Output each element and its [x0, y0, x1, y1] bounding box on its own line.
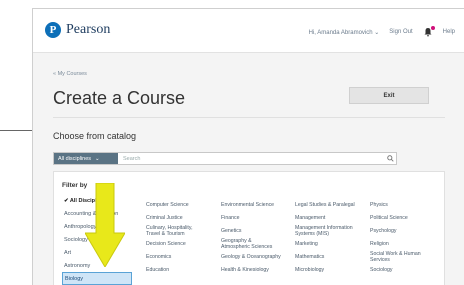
callout-line [0, 130, 32, 131]
discipline-item[interactable]: Culinary, Hospitality, Travel & Tourism [146, 224, 206, 237]
browser-viewport: P Pearson Hi, Amanda Abramovich ⌄ Sign O… [32, 8, 464, 285]
discipline-item[interactable]: Finance [221, 211, 281, 224]
user-nav: Hi, Amanda Abramovich ⌄ Sign Out Help [309, 26, 455, 37]
notification-badge [430, 26, 435, 30]
discipline-item[interactable]: Education [146, 263, 206, 276]
highlight-arrow-icon [85, 183, 125, 267]
discipline-item[interactable]: Environmental Science [221, 198, 281, 211]
catalog-search-bar: All disciplines ⌄ [53, 152, 397, 165]
page-title: Create a Course [53, 88, 186, 108]
help-link[interactable]: Help [443, 29, 455, 35]
divider [53, 117, 445, 118]
discipline-select-value: All disciplines [58, 155, 92, 162]
search-icon[interactable] [384, 153, 396, 164]
filter-title: Filter by [62, 182, 88, 189]
discipline-item[interactable]: Political Science [370, 211, 430, 224]
chevron-down-icon: ⌄ [95, 155, 100, 162]
search-input[interactable] [118, 153, 384, 164]
discipline-item[interactable]: Microbiology [295, 263, 355, 276]
discipline-select[interactable]: All disciplines ⌄ [54, 153, 118, 164]
discipline-item[interactable]: Mathematics [295, 250, 355, 263]
discipline-item[interactable]: Computer Science [146, 198, 206, 211]
discipline-item[interactable]: Health & Kinesiology [221, 263, 281, 276]
filter-item-biology[interactable]: Biology [62, 272, 132, 285]
discipline-item[interactable]: Social Work & Human Services [370, 250, 430, 263]
sign-out-link[interactable]: Sign Out [389, 29, 412, 35]
discipline-item[interactable]: Legal Studies & Paralegal [295, 198, 355, 211]
discipline-item[interactable]: Economics [146, 250, 206, 263]
pearson-logo[interactable]: P Pearson [45, 22, 110, 38]
discipline-item[interactable]: Sociology [370, 263, 430, 276]
discipline-item[interactable]: Genetics [221, 224, 281, 237]
catalog-heading: Choose from catalog [53, 131, 137, 141]
discipline-item[interactable]: Management Information Systems (MIS) [295, 224, 355, 237]
discipline-item[interactable]: Marketing [295, 237, 355, 250]
discipline-column-4: Physics Political Science Psychology Rel… [370, 198, 430, 276]
breadcrumb[interactable]: « My Courses [53, 71, 87, 77]
discipline-item[interactable]: Criminal Justice [146, 211, 206, 224]
discipline-item[interactable]: Geography & Atmospheric Sciences [221, 237, 281, 250]
discipline-item[interactable]: Physics [370, 198, 430, 211]
notifications-icon[interactable] [423, 26, 435, 37]
user-menu[interactable]: Hi, Amanda Abramovich ⌄ [309, 29, 380, 36]
discipline-item[interactable]: Geology & Oceanography [221, 250, 281, 263]
top-navigation-bar: P Pearson Hi, Amanda Abramovich ⌄ Sign O… [33, 9, 464, 53]
discipline-column-1: Computer Science Criminal Justice Culina… [146, 198, 206, 276]
logo-mark: P [45, 22, 61, 38]
discipline-column-2: Environmental Science Finance Genetics G… [221, 198, 281, 276]
discipline-item[interactable]: Psychology [370, 224, 430, 237]
discipline-column-3: Legal Studies & Paralegal Management Man… [295, 198, 355, 276]
exit-button[interactable]: Exit [349, 87, 429, 104]
discipline-item[interactable]: Religion [370, 237, 430, 250]
discipline-item[interactable]: Management [295, 211, 355, 224]
logo-text: Pearson [66, 22, 111, 37]
discipline-item[interactable]: Decision Science [146, 237, 206, 250]
